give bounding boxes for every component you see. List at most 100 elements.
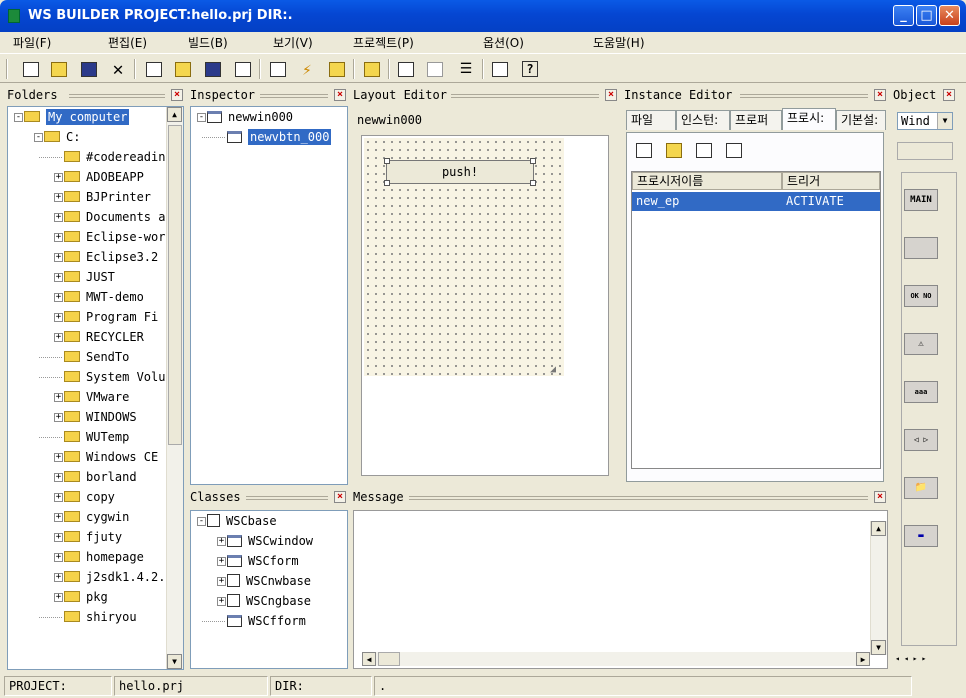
object-scroll-arrows[interactable]: ◂◂▸▸ bbox=[895, 654, 955, 668]
push-button-object-button[interactable] bbox=[904, 237, 938, 259]
table-row[interactable]: new_ep ACTIVATE bbox=[632, 192, 880, 211]
expand-icon[interactable]: + bbox=[54, 173, 63, 182]
resize-grip-icon[interactable]: ◢ bbox=[550, 364, 556, 375]
classes-close-icon[interactable]: × bbox=[334, 491, 346, 503]
expand-icon[interactable]: + bbox=[54, 593, 63, 602]
folder-item[interactable]: pkg bbox=[64, 587, 108, 607]
warning-object-icon[interactable]: ⚠ bbox=[904, 333, 938, 355]
collapse-icon[interactable]: - bbox=[14, 113, 23, 122]
slider-object-button[interactable]: ▬ bbox=[904, 525, 938, 547]
scroll-down-icon[interactable]: ▼ bbox=[871, 640, 886, 655]
folder-item[interactable]: SendTo bbox=[64, 347, 129, 367]
expand-icon[interactable]: + bbox=[54, 413, 63, 422]
grid-icon[interactable] bbox=[424, 58, 446, 80]
menu-help[interactable]: 도움말(H) bbox=[593, 34, 645, 51]
folder-item[interactable]: VMware bbox=[64, 387, 129, 407]
folder-item[interactable]: j2sdk1.4.2. bbox=[64, 567, 165, 587]
object-select[interactable]: Wind ▼ bbox=[897, 112, 953, 130]
title-bar[interactable]: WS BUILDER PROJECT:hello.prj DIR:. _ □ ✕ bbox=[0, 0, 966, 32]
expand-icon[interactable]: + bbox=[217, 597, 226, 606]
folders-scrollbar[interactable]: ▲ ▼ bbox=[166, 107, 183, 669]
save-window-icon[interactable] bbox=[202, 58, 224, 80]
tab-procedure[interactable]: 프로시: bbox=[782, 108, 836, 130]
find-icon[interactable] bbox=[267, 58, 289, 80]
folder-item[interactable]: copy bbox=[64, 487, 115, 507]
edit-procedure-icon[interactable] bbox=[693, 139, 715, 161]
expand-icon[interactable]: + bbox=[54, 573, 63, 582]
scroll-down-icon[interactable]: ▼ bbox=[167, 654, 182, 669]
tab-file[interactable]: 파일 bbox=[626, 110, 676, 130]
scroll-left-icon[interactable]: ◀ bbox=[362, 652, 376, 666]
design-push-button[interactable]: push! bbox=[386, 160, 534, 184]
collapse-icon[interactable]: - bbox=[197, 113, 206, 122]
collapse-icon[interactable]: - bbox=[34, 133, 43, 142]
scroll-thumb[interactable] bbox=[168, 125, 182, 445]
folder-item[interactable]: System Volu bbox=[64, 367, 165, 387]
folder-item[interactable]: #codereadin bbox=[64, 147, 165, 167]
expand-icon[interactable]: + bbox=[54, 473, 63, 482]
folder-item[interactable]: RECYCLER bbox=[64, 327, 144, 347]
text-field-object-button[interactable]: aaa bbox=[904, 381, 938, 403]
close-window-icon[interactable] bbox=[232, 58, 254, 80]
expand-icon[interactable]: + bbox=[54, 493, 63, 502]
expand-icon[interactable]: + bbox=[54, 453, 63, 462]
folder-item[interactable]: WINDOWS bbox=[64, 407, 137, 427]
folder-item[interactable]: MWT-demo bbox=[64, 287, 144, 307]
menu-build[interactable]: 빌드(B) bbox=[188, 34, 228, 51]
close-button[interactable]: ✕ bbox=[939, 5, 960, 26]
expand-icon[interactable]: + bbox=[54, 233, 63, 242]
expand-icon[interactable]: + bbox=[217, 537, 226, 546]
expand-icon[interactable]: + bbox=[54, 553, 63, 562]
design-canvas[interactable]: push! ◢ bbox=[364, 138, 564, 376]
expand-icon[interactable]: + bbox=[54, 313, 63, 322]
inspector-item[interactable]: newwin000 bbox=[207, 107, 293, 127]
preview-icon[interactable] bbox=[489, 58, 511, 80]
folder-item[interactable]: fjuty bbox=[64, 527, 122, 547]
expand-icon[interactable]: + bbox=[54, 193, 63, 202]
expand-icon[interactable]: + bbox=[54, 533, 63, 542]
new-file-icon[interactable] bbox=[20, 58, 42, 80]
layout-close-icon[interactable]: × bbox=[605, 89, 617, 101]
folder-item[interactable]: homepage bbox=[64, 547, 144, 567]
open-window-icon[interactable] bbox=[172, 58, 194, 80]
folder-item[interactable]: borland bbox=[64, 467, 137, 487]
expand-icon[interactable]: + bbox=[54, 253, 63, 262]
folder-item[interactable]: BJPrinter bbox=[64, 187, 151, 207]
message-hscroll[interactable]: ◀ ▶ bbox=[362, 652, 870, 666]
folder-item[interactable]: C: bbox=[44, 127, 80, 147]
open-procedure-icon[interactable] bbox=[663, 139, 685, 161]
column-trigger[interactable]: 트리거 bbox=[782, 172, 880, 190]
tab-property[interactable]: 프로퍼 bbox=[730, 110, 782, 130]
scroll-up-icon[interactable]: ▲ bbox=[167, 107, 182, 122]
expand-icon[interactable]: + bbox=[54, 393, 63, 402]
expand-icon[interactable]: + bbox=[54, 293, 63, 302]
app-icon[interactable] bbox=[8, 9, 20, 23]
folder-item[interactable]: cygwin bbox=[64, 507, 129, 527]
list-icon[interactable]: ☰ bbox=[455, 58, 477, 80]
folder-item[interactable]: Eclipse3.2 bbox=[64, 247, 158, 267]
inspector-close-icon[interactable]: × bbox=[334, 89, 346, 101]
minimize-button[interactable]: _ bbox=[893, 5, 914, 26]
scroll-up-icon[interactable]: ▲ bbox=[871, 521, 886, 536]
folder-item[interactable]: JUST bbox=[64, 267, 115, 287]
help-icon[interactable]: ? bbox=[519, 58, 541, 80]
folder-item[interactable]: WUTemp bbox=[64, 427, 129, 447]
folder-object-icon[interactable]: 📁 bbox=[904, 477, 938, 499]
build-icon[interactable]: ⚡ bbox=[296, 58, 318, 80]
expand-icon[interactable]: + bbox=[54, 213, 63, 222]
tab-instance[interactable]: 인스턴: bbox=[676, 110, 730, 130]
delete-icon[interactable]: ✕ bbox=[107, 58, 129, 80]
folder-item[interactable]: Eclipse-wor bbox=[64, 227, 165, 247]
scroll-right-icon[interactable]: ▶ bbox=[856, 652, 870, 666]
new-window-icon[interactable] bbox=[143, 58, 165, 80]
delete-procedure-icon[interactable] bbox=[723, 139, 745, 161]
folder-item[interactable]: My computer bbox=[24, 107, 130, 127]
class-item[interactable]: WSCnwbase bbox=[227, 571, 311, 591]
column-procedure-name[interactable]: 프로시저이름 bbox=[632, 172, 782, 190]
project-folder-icon[interactable] bbox=[361, 58, 383, 80]
expand-icon[interactable]: + bbox=[217, 577, 226, 586]
menu-view[interactable]: 보기(V) bbox=[273, 34, 313, 51]
hscroll-thumb[interactable] bbox=[378, 652, 400, 666]
expand-icon[interactable]: + bbox=[54, 333, 63, 342]
class-item[interactable]: WSCbase bbox=[207, 511, 277, 531]
